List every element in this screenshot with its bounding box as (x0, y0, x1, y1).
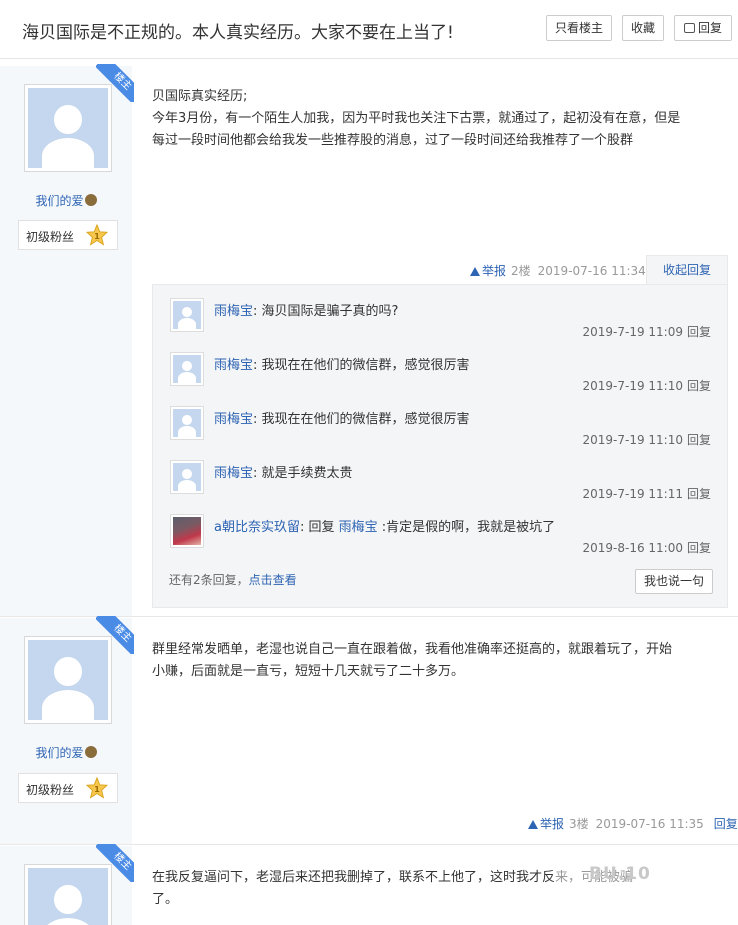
star-level-icon: 1 (86, 777, 108, 799)
monkey-emoji-icon (84, 746, 97, 758)
comment-avatar[interactable] (170, 298, 204, 332)
avatar[interactable] (24, 864, 112, 925)
reply-button[interactable]: 回复 (674, 15, 732, 41)
comment-time: 2019-7-19 11:10 (582, 433, 683, 447)
post-line: 今年3月份，有一个陌生人加我，因为平时我也关注下古票，就通过了，起初没有在意，但… (152, 111, 681, 126)
comment-avatar[interactable] (170, 352, 204, 386)
avatar[interactable] (24, 636, 112, 724)
comment-avatar[interactable] (170, 406, 204, 440)
comment-username[interactable]: 雨梅宝 (214, 304, 253, 319)
reply-to-username[interactable]: 雨梅宝 (339, 520, 378, 535)
default-avatar-icon (173, 355, 201, 383)
comment-meta: 2019-8-16 11:00 回复 (582, 539, 711, 556)
username: 我们的爱 (35, 746, 84, 760)
default-avatar-icon (173, 301, 201, 329)
fan-level-label: 初级粉丝 (26, 783, 75, 797)
post-footer: 举报 2楼 2019-07-16 11:34 (470, 262, 646, 279)
monkey-emoji-icon (84, 194, 97, 206)
comment-username[interactable]: 雨梅宝 (214, 358, 253, 373)
post-time: 2019-07-16 11:35 (595, 817, 704, 831)
comment-meta: 2019-7-19 11:11 回复 (582, 485, 711, 502)
view-more-link[interactable]: 点击查看 (249, 573, 297, 587)
comment-username[interactable]: 雨梅宝 (214, 466, 253, 481)
svg-text:1: 1 (94, 784, 100, 794)
comment-text: 雨梅宝: 就是手续费太贵 (214, 466, 353, 481)
default-avatar-icon (28, 88, 108, 168)
comment-meta: 2019-7-19 11:10 回复 (582, 431, 711, 448)
warning-icon (470, 267, 480, 276)
report-link[interactable]: 举报 (528, 817, 564, 831)
comment-time: 2019-7-19 11:11 (582, 487, 683, 501)
comment-reply-link[interactable]: 回复 (687, 325, 711, 339)
comment-username[interactable]: a朝比奈实玖留 (214, 520, 300, 535)
thread-title: 海贝国际是不正规的。本人真实经历。大家不要在上当了! (22, 23, 454, 43)
avatar[interactable] (24, 84, 112, 172)
comment-time: 2019-7-19 11:09 (582, 325, 683, 339)
site-watermark: BU.10 (589, 864, 651, 884)
user-photo-avatar (173, 517, 201, 545)
comment-avatar[interactable] (170, 514, 204, 548)
post-line: 群里经常发晒单，老湿也说自己一直在跟着做，我看他准确率还挺高的，就跟着玩了，开始 (152, 642, 673, 657)
default-avatar-icon (173, 463, 201, 491)
comment-meta: 2019-7-19 11:09 回复 (582, 323, 711, 340)
default-avatar-icon (28, 640, 108, 720)
report-label: 举报 (482, 264, 507, 278)
username: 我们的爱 (35, 194, 84, 208)
username-link[interactable]: 我们的爱 (0, 192, 132, 209)
comment-reply-link[interactable]: 回复 (687, 433, 711, 447)
fan-level-badge[interactable]: 初级粉丝 1 (18, 220, 118, 250)
comment-time: 2019-7-19 11:10 (582, 379, 683, 393)
default-avatar-icon (28, 868, 108, 925)
reply-button-label: 回复 (697, 21, 722, 35)
comment-list: 雨梅宝: 海贝国际是骗子真的吗? 2019-7-19 11:09 回复 雨梅宝: … (152, 284, 728, 608)
comment-text: a朝比奈实玖留: 回复 雨梅宝 :肯定是假的啊，我就是被坑了 (214, 520, 556, 535)
more-replies: 还有2条回复，点击查看 (169, 573, 297, 587)
post-line: 了。 (152, 892, 179, 907)
post-line: 每过一段时间他都会给我发一些推荐股的消息，过了一段时间还给我推荐了一个股群 (152, 133, 634, 148)
fan-level-badge[interactable]: 初级粉丝 1 (18, 773, 118, 803)
fan-level-label: 初级粉丝 (26, 230, 75, 244)
comment-icon (683, 23, 695, 33)
svg-text:1: 1 (94, 231, 100, 241)
floor-number: 2楼 (511, 264, 531, 278)
comment-reply-link[interactable]: 回复 (687, 541, 711, 555)
comment-reply-link[interactable]: 回复 (687, 487, 711, 501)
collapse-replies-button[interactable]: 收起回复 (646, 255, 728, 285)
comment-text: 雨梅宝: 我现在在他们的微信群，感觉很厉害 (214, 358, 470, 373)
reply-link[interactable]: 回复 (714, 817, 738, 831)
comment-username[interactable]: 雨梅宝 (214, 412, 253, 427)
post-body: 群里经常发晒单，老湿也说自己一直在跟着做，我看他准确率还挺高的，就跟着玩了，开始… (152, 639, 722, 683)
post-line: 贝国际真实经历; (152, 89, 248, 104)
comment-meta: 2019-7-19 11:10 回复 (582, 377, 711, 394)
post-line: 小赚，后面就是一直亏，短短十几天就亏了二十多万。 (152, 664, 465, 679)
post-footer: 举报 3楼 2019-07-16 11:35 回复 (528, 815, 738, 832)
comment-text: 雨梅宝: 我现在在他们的微信群，感觉很厉害 (214, 412, 470, 427)
comment-time: 2019-8-16 11:00 (582, 541, 683, 555)
report-label: 举报 (540, 817, 565, 831)
comment-text: 雨梅宝: 海贝国际是骗子真的吗? (214, 304, 399, 319)
comment-avatar[interactable] (170, 460, 204, 494)
default-avatar-icon (173, 409, 201, 437)
add-comment-button[interactable]: 我也说一句 (635, 569, 713, 594)
favorite-button[interactable]: 收藏 (622, 15, 664, 41)
comment-reply-link[interactable]: 回复 (687, 379, 711, 393)
floor-number: 3楼 (569, 817, 589, 831)
post-body: 贝国际真实经历; 今年3月份，有一个陌生人加我，因为平时我也关注下古票，就通过了… (152, 86, 722, 152)
warning-icon (528, 820, 538, 829)
thread-header: 海贝国际是不正规的。本人真实经历。大家不要在上当了! 只看楼主 收藏 回复 (0, 0, 738, 59)
post-time: 2019-07-16 11:34 (537, 264, 646, 278)
report-link[interactable]: 举报 (470, 264, 506, 278)
username-link[interactable]: 我们的爱 (0, 744, 132, 761)
star-level-icon: 1 (86, 224, 108, 246)
only-author-button[interactable]: 只看楼主 (546, 15, 612, 41)
